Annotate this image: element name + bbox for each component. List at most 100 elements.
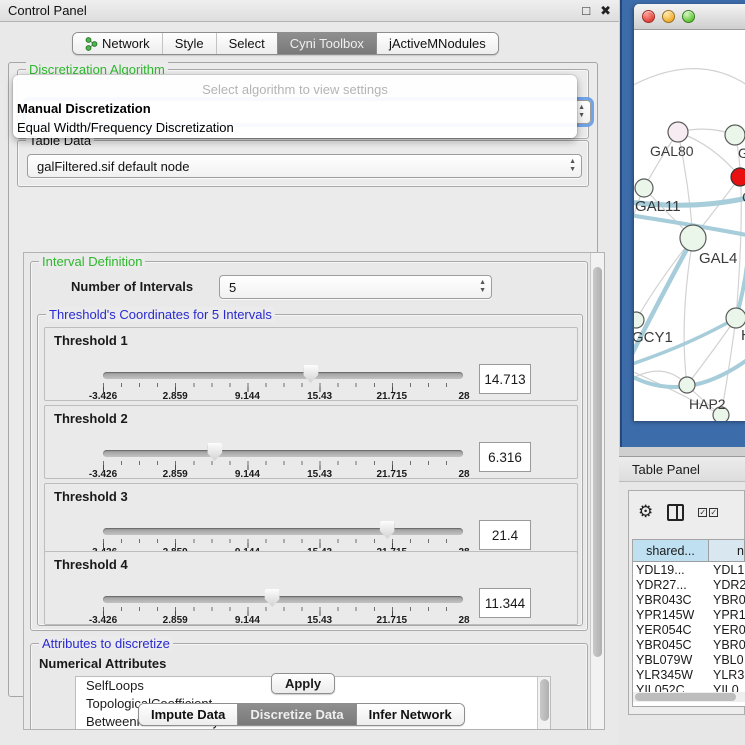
slider-tick-labels: -3.426 2.859 9.144 15.43 21.715 28 bbox=[103, 389, 464, 402]
dropdown-option-equal-width[interactable]: Equal Width/Frequency Discretization bbox=[13, 118, 577, 137]
attributes-title: Attributes to discretize bbox=[39, 636, 173, 651]
control-panel: Control Panel □ ✖ Network Style Select C… bbox=[0, 0, 619, 745]
dropdown-option-manual[interactable]: Manual Discretization bbox=[13, 99, 577, 118]
tab-cyni-toolbox-label: Cyni Toolbox bbox=[290, 36, 364, 51]
node-label-gcy1: GCY1 bbox=[634, 329, 673, 346]
network-window-titlebar bbox=[634, 4, 745, 30]
tab-infer-network[interactable]: Infer Network bbox=[356, 704, 464, 725]
close-icon[interactable]: ✖ bbox=[600, 3, 611, 19]
table-data-group: Table Data galFiltered.sif default node … bbox=[17, 140, 589, 187]
tab-select-label: Select bbox=[229, 36, 265, 51]
table-panel-title: Table Panel bbox=[632, 462, 700, 477]
table-data-value: galFiltered.sif default node bbox=[37, 159, 189, 174]
tab-network[interactable]: Network bbox=[73, 33, 162, 54]
table-row[interactable]: YER054C YER0 bbox=[633, 622, 745, 637]
column-header-name[interactable]: n bbox=[709, 540, 745, 561]
threshold-4-value-field[interactable]: 11.344 bbox=[479, 588, 531, 618]
node-label-gal80: GAL80 bbox=[650, 143, 694, 159]
top-tab-bar: Network Style Select Cyni Toolbox jActiv… bbox=[72, 32, 499, 55]
stepper-arrows-icon: ▲▼ bbox=[569, 158, 576, 174]
slider-thumb[interactable] bbox=[207, 443, 222, 461]
zoom-traffic-light-icon[interactable] bbox=[682, 10, 695, 23]
network-canvas[interactable]: GAL80 G C GAL11 GAL4 GCY1 H HAP2 bbox=[634, 30, 745, 421]
tab-jactivemnodules[interactable]: jActiveMNodules bbox=[376, 33, 498, 54]
threshold-2-label: Threshold 2 bbox=[54, 411, 128, 426]
checkbox-icon[interactable]: ✓ bbox=[709, 508, 718, 517]
split-view-icon[interactable] bbox=[667, 504, 684, 521]
column-header-shared[interactable]: shared... bbox=[633, 540, 709, 561]
tab-select[interactable]: Select bbox=[216, 33, 277, 54]
tab-network-label: Network bbox=[102, 36, 150, 51]
threshold-row-4: Threshold 4 -3.426 2.859 9.144 15.43 21.… bbox=[44, 551, 578, 625]
threshold-3-value-field[interactable]: 21.4 bbox=[479, 520, 531, 550]
table-row[interactable]: YBR045C YBR0 bbox=[633, 637, 745, 652]
table-panel: ⚙ ✓ ✓ shared... n YDL19... YDL1 YDR27... bbox=[619, 482, 745, 745]
list-scrollbar[interactable] bbox=[537, 677, 550, 730]
thresholds-title: Threshold's Coordinates for 5 Intervals bbox=[46, 307, 275, 322]
panel-titlebar: Control Panel □ ✖ bbox=[0, 0, 619, 22]
cyni-content-frame: Discretization Algorithm ▲▼ Table Data g… bbox=[8, 62, 598, 697]
table-toolbar: ⚙ ✓ ✓ bbox=[629, 491, 744, 533]
dropdown-hint: Select algorithm to view settings bbox=[13, 80, 577, 99]
apply-button[interactable]: Apply bbox=[271, 673, 335, 694]
table-row[interactable]: YDL19... YDL1 bbox=[633, 562, 745, 577]
slider-tick-labels: -3.426 2.859 9.144 15.43 21.715 28 bbox=[103, 613, 464, 626]
node-label-gal11: GAL11 bbox=[635, 198, 681, 215]
interval-definition-group: Interval Definition Number of Intervals … bbox=[30, 261, 588, 631]
right-region: GAL80 G C GAL11 GAL4 GCY1 H HAP2 Table P… bbox=[619, 0, 745, 745]
threshold-row-3: Threshold 3 -3.426 2.859 9.144 15.43 21.… bbox=[44, 483, 578, 557]
node-label-hap2: HAP2 bbox=[689, 396, 726, 412]
stepper-arrows-icon: ▲▼ bbox=[479, 279, 486, 295]
bottom-tab-bar: Impute Data Discretize Data Infer Networ… bbox=[138, 703, 465, 726]
node-label-g: G bbox=[738, 145, 745, 161]
threshold-4-label: Threshold 4 bbox=[54, 557, 128, 572]
table-row[interactable]: YLR345W YLR3 bbox=[633, 667, 745, 682]
threshold-3-slider[interactable] bbox=[103, 528, 463, 535]
settings-scrollbar[interactable] bbox=[590, 253, 604, 729]
threshold-1-slider[interactable] bbox=[103, 372, 463, 379]
tab-jactivemnodules-label: jActiveMNodules bbox=[389, 36, 486, 51]
tab-impute-data[interactable]: Impute Data bbox=[139, 704, 237, 725]
tab-cyni-toolbox[interactable]: Cyni Toolbox bbox=[277, 33, 376, 54]
table-panel-titlebar: Table Panel bbox=[619, 456, 745, 482]
slider-thumb[interactable] bbox=[303, 365, 318, 383]
threshold-1-value-field[interactable]: 14.713 bbox=[479, 364, 531, 394]
table-row[interactable]: YPR145W YPR1 bbox=[633, 607, 745, 622]
network-window: GAL80 G C GAL11 GAL4 GCY1 H HAP2 bbox=[634, 4, 745, 421]
float-window-icon[interactable]: □ bbox=[582, 3, 590, 19]
tab-style-label: Style bbox=[175, 36, 204, 51]
threshold-2-slider[interactable] bbox=[103, 450, 463, 457]
table-data-combobox[interactable]: galFiltered.sif default node ▲▼ bbox=[27, 154, 582, 178]
number-of-intervals-value: 5 bbox=[229, 280, 236, 295]
minimize-traffic-light-icon[interactable] bbox=[662, 10, 675, 23]
thresholds-group: Threshold's Coordinates for 5 Intervals … bbox=[37, 314, 583, 626]
tab-discretize-data[interactable]: Discretize Data bbox=[237, 704, 355, 725]
slider-tick-labels: -3.426 2.859 9.144 15.43 21.715 28 bbox=[103, 467, 464, 480]
tab-style[interactable]: Style bbox=[162, 33, 216, 54]
settings-scrollpane: Interval Definition Number of Intervals … bbox=[23, 252, 605, 730]
table-row[interactable]: YDR27... YDR2 bbox=[633, 577, 745, 592]
slider-thumb[interactable] bbox=[380, 521, 395, 539]
threshold-3-label: Threshold 3 bbox=[54, 489, 128, 504]
number-of-intervals-label: Number of Intervals bbox=[71, 279, 193, 294]
close-traffic-light-icon[interactable] bbox=[642, 10, 655, 23]
table-header-row: shared... n bbox=[633, 540, 745, 562]
table-row[interactable]: YBL079W YBL0 bbox=[633, 652, 745, 667]
table-horizontal-scrollbar[interactable] bbox=[633, 692, 745, 702]
stepper-arrows-icon: ▲▼ bbox=[578, 104, 585, 120]
slider-thumb[interactable] bbox=[265, 589, 280, 607]
network-icon bbox=[85, 37, 98, 51]
network-window-frame: GAL80 G C GAL11 GAL4 GCY1 H HAP2 bbox=[620, 0, 745, 447]
numerical-attributes-label: Numerical Attributes bbox=[39, 656, 166, 671]
checkbox-icon[interactable]: ✓ bbox=[698, 508, 707, 517]
threshold-2-value-field[interactable]: 6.316 bbox=[479, 442, 531, 472]
interval-definition-title: Interval Definition bbox=[39, 254, 145, 269]
node-table: shared... n YDL19... YDL1 YDR27... YDR2 … bbox=[632, 539, 745, 707]
gear-icon[interactable]: ⚙ bbox=[638, 502, 653, 522]
panel-title: Control Panel bbox=[8, 3, 87, 18]
table-row[interactable]: YBR043C YBR0 bbox=[633, 592, 745, 607]
threshold-4-slider[interactable] bbox=[103, 596, 463, 603]
threshold-row-1: Threshold 1 -3.426 2.859 9.144 15.43 21.… bbox=[44, 327, 578, 401]
threshold-row-2: Threshold 2 -3.426 2.859 9.144 15.43 21.… bbox=[44, 405, 578, 479]
number-of-intervals-combobox[interactable]: 5 ▲▼ bbox=[219, 275, 492, 299]
